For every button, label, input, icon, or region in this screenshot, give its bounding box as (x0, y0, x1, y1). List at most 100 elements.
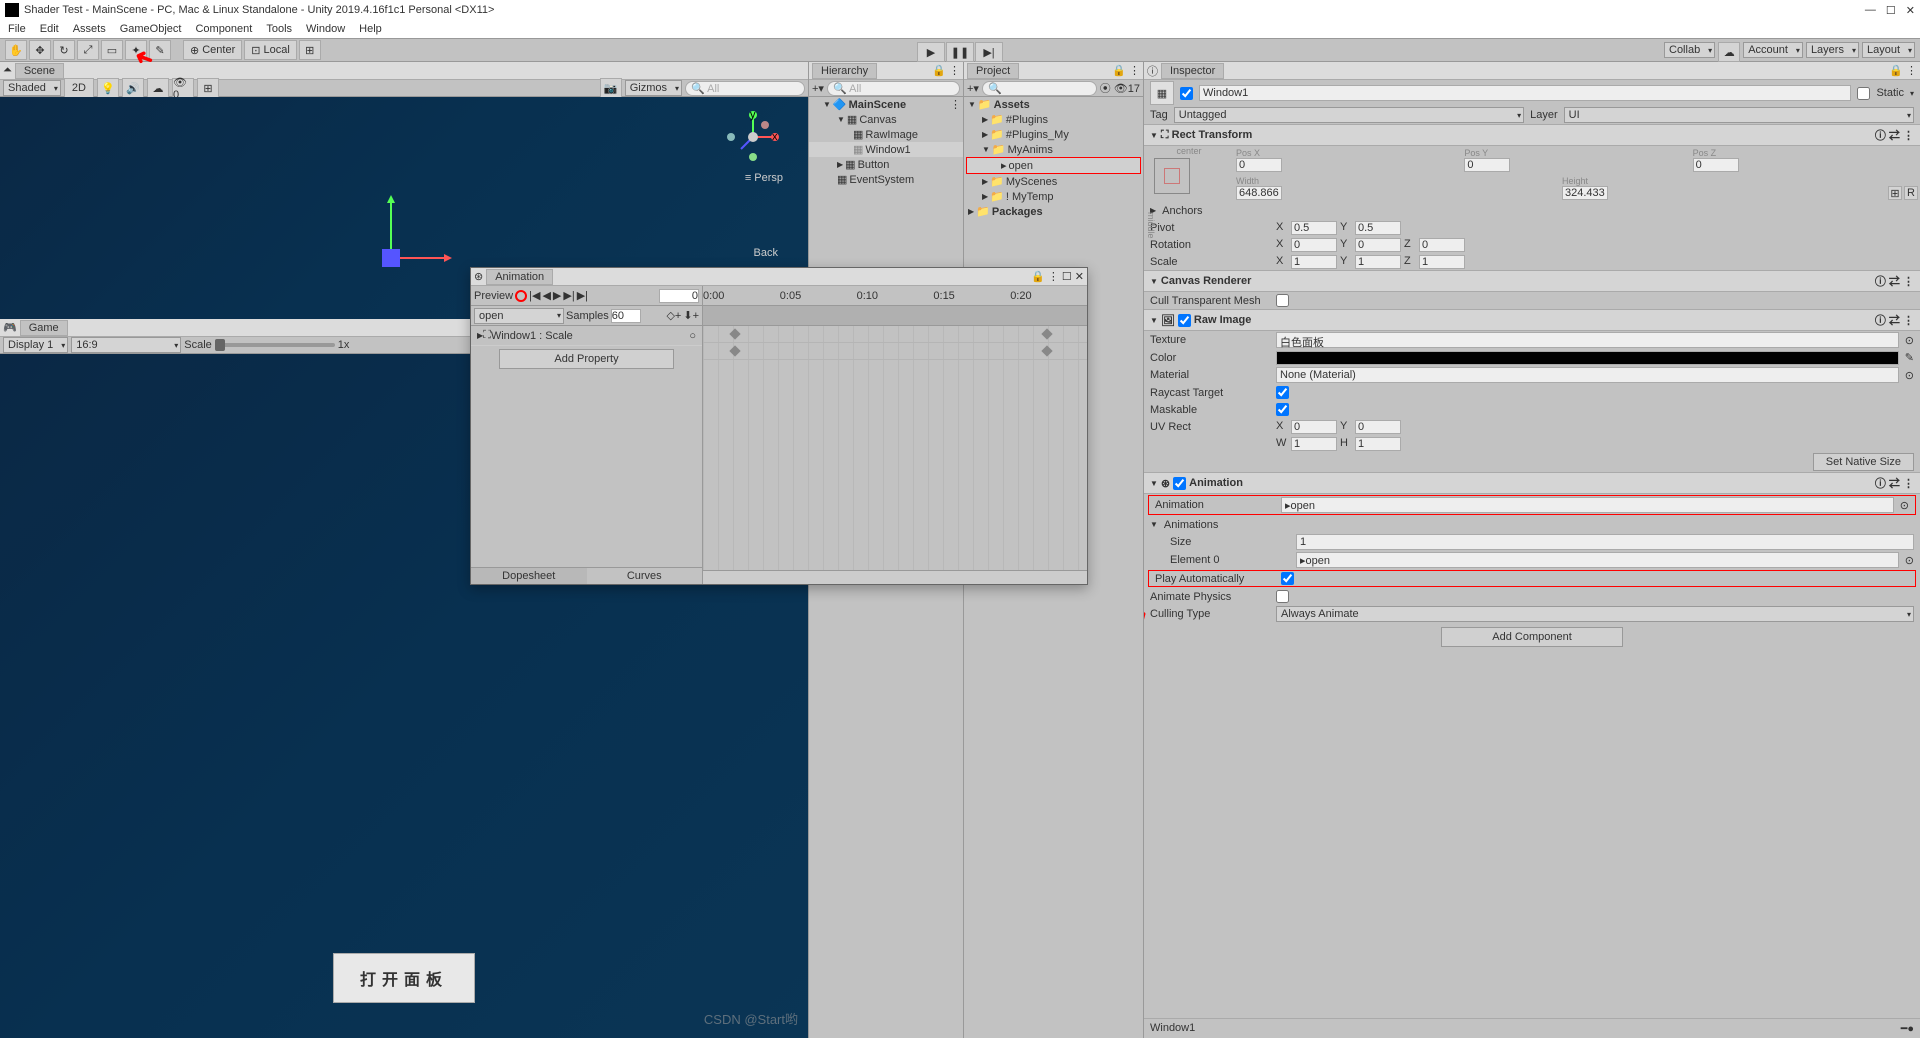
keyframe[interactable] (729, 328, 740, 339)
maximize-icon[interactable]: ☐ (1062, 270, 1072, 283)
anim-enabled[interactable] (1173, 477, 1186, 490)
static-checkbox[interactable] (1857, 87, 1870, 100)
add-component-button[interactable]: Add Component (1441, 627, 1623, 647)
rawimage-enabled[interactable] (1178, 314, 1191, 327)
size-field[interactable] (1296, 534, 1914, 550)
picker-icon[interactable]: ⊙ (1905, 554, 1914, 567)
uv-w[interactable] (1291, 437, 1337, 451)
play-icon[interactable]: ▶ (917, 42, 945, 62)
project-tab[interactable]: Project (967, 63, 1019, 79)
canvas-renderer-header[interactable]: ▼Canvas Rendererⓘ ⇄ ⋮ (1144, 270, 1920, 292)
set-native-button[interactable]: Set Native Size (1813, 453, 1914, 471)
panel-menu-icon[interactable]: ⋮ (949, 64, 960, 77)
eventsystem-node[interactable]: ▦EventSystem (809, 172, 963, 187)
orientation-gizmo[interactable]: y x (723, 107, 783, 167)
canvas-node[interactable]: ▼▦Canvas (809, 112, 963, 127)
panel-menu-icon[interactable]: ⋮ (1048, 270, 1059, 283)
hidden-count[interactable]: 👁17 (1114, 82, 1140, 95)
scale-tool-icon[interactable]: ⤢ (77, 40, 99, 60)
mytemp-folder[interactable]: ▶📁! MyTemp (964, 189, 1143, 204)
preview-button[interactable]: Preview (474, 290, 513, 302)
collab-dropdown[interactable]: Collab (1664, 42, 1715, 58)
menu-tools[interactable]: Tools (266, 23, 292, 35)
hidden-icon[interactable]: 👁0 (172, 78, 194, 98)
width-field[interactable] (1236, 186, 1282, 200)
panel-lock-icon[interactable]: 🔒 (1112, 64, 1126, 77)
assets-folder[interactable]: ▼📁Assets (964, 97, 1143, 112)
raycast-checkbox[interactable] (1276, 386, 1289, 399)
active-checkbox[interactable] (1180, 87, 1193, 100)
scene-tab[interactable]: Scene (15, 63, 64, 79)
create-dropdown[interactable]: +▾ (967, 82, 979, 95)
play-anim-icon[interactable]: ▶ (553, 289, 561, 302)
property-row[interactable]: ▶⛶Window1 : Scale○ (471, 326, 702, 346)
camera-icon[interactable]: 📷 (600, 78, 622, 98)
frame-field[interactable] (659, 289, 699, 303)
picker-icon[interactable]: ⊙ (1905, 369, 1914, 382)
fx-icon[interactable]: ☁ (147, 78, 169, 98)
texture-field[interactable]: 白色面板 (1276, 332, 1899, 348)
step-icon[interactable]: ▶| (975, 42, 1003, 62)
curves-tab[interactable]: Curves (587, 568, 703, 584)
packages-folder[interactable]: ▶📁Packages (964, 204, 1143, 219)
maximize-icon[interactable]: ☐ (1886, 4, 1896, 17)
close-icon[interactable]: ✕ (1075, 270, 1084, 283)
open-anim-file[interactable]: ▸open (966, 157, 1141, 174)
timeline-body[interactable] (703, 326, 1087, 570)
panel-menu-icon[interactable]: ⋮ (1129, 64, 1140, 77)
account-dropdown[interactable]: Account (1743, 42, 1803, 58)
last-frame-icon[interactable]: ▶| (577, 289, 588, 302)
maskable-checkbox[interactable] (1276, 403, 1289, 416)
next-frame-icon[interactable]: ▶| (563, 289, 574, 302)
pause-icon[interactable]: ❚❚ (946, 42, 974, 62)
raw-edit-icon[interactable]: R (1904, 186, 1918, 200)
move-tool-icon[interactable]: ✥ (29, 40, 51, 60)
picker-icon[interactable]: ⊙ (1900, 499, 1909, 512)
aspect-dropdown[interactable]: 16:9 (71, 337, 181, 353)
project-search[interactable]: 🔍 (982, 81, 1097, 96)
rot-x[interactable] (1291, 238, 1337, 252)
element0-field[interactable]: ▸open (1296, 552, 1899, 568)
add-event-icon[interactable]: ⬇+ (683, 309, 699, 322)
scale-z[interactable] (1419, 255, 1465, 269)
panel-lock-icon[interactable]: 🔒 (1031, 270, 1045, 283)
shading-dropdown[interactable]: Shaded (3, 80, 61, 96)
create-dropdown[interactable]: +▾ (812, 82, 824, 95)
mode-2d[interactable]: 2D (64, 78, 94, 98)
snap-icon[interactable]: ⊞ (299, 40, 321, 60)
hierarchy-search[interactable]: 🔍 All (827, 81, 960, 96)
picker-icon[interactable]: ⊙ (1905, 334, 1914, 347)
cloud-icon[interactable]: ☁ (1718, 42, 1740, 62)
pivot-y[interactable] (1355, 221, 1401, 235)
rect-transform-header[interactable]: ▼⛶Rect Transformⓘ ⇄ ⋮ (1144, 124, 1920, 146)
menu-window[interactable]: Window (306, 23, 345, 35)
eyedropper-icon[interactable]: ✎ (1905, 351, 1914, 364)
pluginsmy-folder[interactable]: ▶📁#Plugins_My (964, 127, 1143, 142)
anim-physics-checkbox[interactable] (1276, 590, 1289, 603)
keyframe[interactable] (1041, 345, 1052, 356)
scale-slider[interactable] (215, 343, 335, 347)
myanims-folder[interactable]: ▼📁MyAnims (964, 142, 1143, 157)
layer-dropdown[interactable]: UI (1564, 107, 1914, 123)
button-node[interactable]: ▶▦Button (809, 157, 963, 172)
grid-icon[interactable]: ⊞ (197, 78, 219, 98)
uv-h[interactable] (1355, 437, 1401, 451)
tag-dropdown[interactable]: Untagged (1174, 107, 1524, 123)
cull-checkbox[interactable] (1276, 294, 1289, 307)
scale-x[interactable] (1291, 255, 1337, 269)
blueprint-icon[interactable]: ⊞ (1888, 186, 1902, 200)
animation-window[interactable]: ⊛Animation🔒⋮☐✕ Preview |◀ ◀ ▶ ▶| ▶| open… (470, 267, 1088, 585)
panel-menu-icon[interactable]: ⋮ (1906, 64, 1917, 77)
close-icon[interactable]: ✕ (1906, 4, 1915, 17)
panel-lock-icon[interactable]: 🔒 (932, 64, 946, 77)
samples-field[interactable] (611, 309, 641, 323)
culling-dropdown[interactable]: Always Animate (1276, 606, 1914, 622)
keyframe[interactable] (1041, 328, 1052, 339)
posz-field[interactable] (1693, 158, 1739, 172)
menu-assets[interactable]: Assets (73, 23, 106, 35)
anchors-label[interactable]: Anchors (1162, 205, 1282, 217)
rect-tool-icon[interactable]: ▭ (101, 40, 123, 60)
menu-help[interactable]: Help (359, 23, 382, 35)
scale-y[interactable] (1355, 255, 1401, 269)
layers-dropdown[interactable]: Layers (1806, 42, 1859, 58)
